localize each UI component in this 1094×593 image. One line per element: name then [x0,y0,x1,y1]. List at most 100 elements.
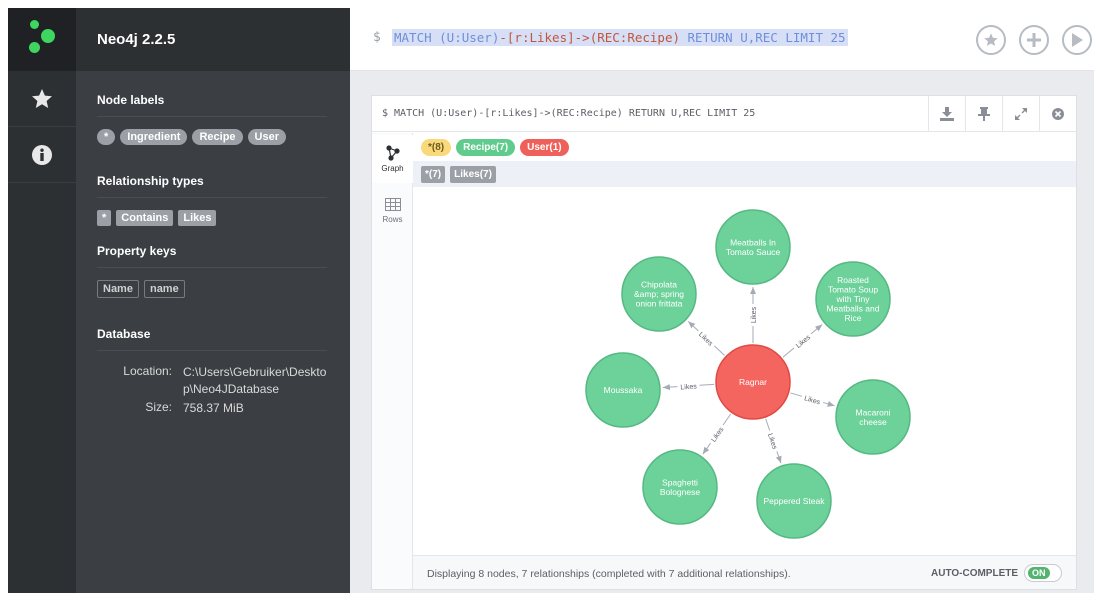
database-title: Database [97,327,151,341]
node-caption: Peppered Steak [764,496,826,506]
table-view-icon [384,198,401,211]
node-caption: with Tiny [835,294,870,304]
divider [97,116,327,117]
tab-rows-label: Rows [382,215,403,224]
new-query-button[interactable] [1019,25,1049,55]
query-relationship: -[r:Likes]-> [499,30,590,45]
divider [97,350,327,351]
node-label-ingredient[interactable]: Ingredient [120,129,188,145]
graph-svg[interactable]: LikesLikesLikesLikesLikesLikesLikes Ragn… [413,187,1076,555]
query-editor-bar: $ MATCH (U:User)-[r:Likes]->(REC:Recipe)… [350,8,1094,71]
rel-type-all[interactable]: * [97,210,112,226]
query-keyword: RETURN U,REC LIMIT 25 [680,30,846,45]
node-labels-list: * Ingredient Recipe User [97,129,286,145]
size-label: Size: [145,400,172,414]
node-caption: Meatballs and [827,304,880,314]
node-caption: Moussaka [604,385,643,395]
relationship-types-title: Relationship types [97,174,204,188]
autocomplete-toggle[interactable]: ON [1024,564,1062,582]
favorite-query-button[interactable] [976,25,1006,55]
recipe-node[interactable]: Macaronicheese [835,379,911,455]
run-query-button[interactable] [1062,25,1092,55]
frame-query-text[interactable]: $ MATCH (U:User)-[r:Likes]->(REC:Recipe)… [382,108,755,119]
play-icon [1072,33,1083,47]
size-row: Size: 758.37 MiB [76,400,350,418]
plus-icon [1027,33,1041,47]
star-icon [32,88,52,108]
close-icon [1052,108,1064,120]
location-row: Location: C:\Users\Gebruiker\Deskto p\Ne… [76,364,350,404]
close-frame-button[interactable] [1039,96,1076,132]
neo4j-browser: Neo4j 2.2.5 Node labels * Ingredient Rec… [0,0,1094,593]
recipe-node[interactable]: Chipolata&amp; springonion frittata [621,256,697,332]
recipe-node[interactable]: Peppered Steak [756,463,832,539]
edge-label: Likes [751,306,758,323]
node-caption: Chipolata [641,280,677,290]
info-button[interactable] [8,127,76,183]
pin-icon [978,107,990,121]
node-caption: Bolognese [660,487,700,497]
divider [97,197,327,198]
tab-graph-label: Graph [381,164,404,173]
query-keyword: MATCH [394,30,440,45]
query-node: (U:User) [439,30,500,45]
legend-node-all[interactable]: *(8) [421,138,452,156]
property-keys-title: Property keys [97,244,177,258]
property-keys-list: Name name [97,280,185,298]
recipe-node[interactable]: Meatballs InTomato Sauce [715,209,791,285]
property-key-name[interactable]: name [143,280,185,298]
location-value-line: C:\Users\Gebruiker\Deskto [183,365,327,379]
location-label: Location: [123,364,172,378]
app-title: Neo4j 2.2.5 [97,31,176,48]
tab-graph[interactable]: Graph [372,135,413,183]
pin-button[interactable] [965,96,1002,132]
legend-rel-all[interactable]: *(7) [421,165,446,183]
fullscreen-button[interactable] [1002,96,1039,132]
legend-rel-likes[interactable]: Likes(7) [450,165,496,183]
rel-type-likes[interactable]: Likes [178,210,217,226]
node-caption: Ragnar [739,377,767,387]
legend-node-user[interactable]: User(1) [520,138,569,156]
node-caption: cheese [859,417,887,427]
node-caption: Tomato Soup [828,285,878,295]
size-value: 758.37 MiB [183,401,244,415]
node-label-recipe[interactable]: Recipe [192,129,243,145]
tab-rows[interactable]: Rows [372,187,413,235]
node-caption: Spaghetti [662,477,698,487]
node-caption: Tomato Sauce [726,247,781,257]
query-node: (REC:Recipe) [589,30,680,45]
user-node[interactable]: Ragnar [715,344,791,420]
node-legend: *(8) Recipe(7) User(1) [413,133,1076,161]
graph-canvas[interactable]: Likes Likes Likes Likes Likes Likes Likes Ragn… [413,187,1076,555]
autocomplete-state: ON [1028,567,1050,579]
info-icon [32,144,52,165]
editor-prompt: $ [373,30,381,45]
location-value-line: p\Neo4JDatabase [183,382,280,396]
node-caption: Meatballs In [730,237,776,247]
recipe-node[interactable]: SpaghettiBolognese [642,449,718,525]
download-button[interactable] [928,96,965,132]
neo4j-logo-icon[interactable] [8,8,76,71]
result-stream: $ MATCH (U:User)-[r:Likes]->(REC:Recipe)… [350,71,1094,593]
graph-view-icon [385,145,400,161]
node-caption: Roasted [837,275,869,285]
legend-node-recipe[interactable]: Recipe(7) [456,138,516,156]
node-label-all[interactable]: * [97,129,116,145]
recipe-node[interactable]: RoastedTomato Soupwith TinyMeatballs and… [815,261,891,337]
icon-rail [8,8,76,593]
frame-footer: Displaying 8 nodes, 7 relationships (com… [413,555,1076,589]
query-editor-input[interactable]: MATCH (U:User)-[r:Likes]->(REC:Recipe) R… [392,29,848,46]
node-caption: Macaroni [856,407,891,417]
recipe-node[interactable]: Moussaka [585,352,661,428]
relationship-legend: *(7) Likes(7) [413,161,1076,187]
property-key-Name[interactable]: Name [97,280,139,298]
node-caption: &amp; spring [634,289,684,299]
view-tabs: Graph Rows [372,133,413,589]
node-label-user[interactable]: User [247,129,286,145]
location-value: C:\Users\Gebruiker\Deskto p\Neo4JDatabas… [183,364,333,398]
node-caption: Rice [844,313,861,323]
frame-header: $ MATCH (U:User)-[r:Likes]->(REC:Recipe)… [372,96,1076,132]
rel-type-contains[interactable]: Contains [116,210,174,226]
node-caption: onion frittata [636,299,683,309]
favorites-button[interactable] [8,71,76,127]
